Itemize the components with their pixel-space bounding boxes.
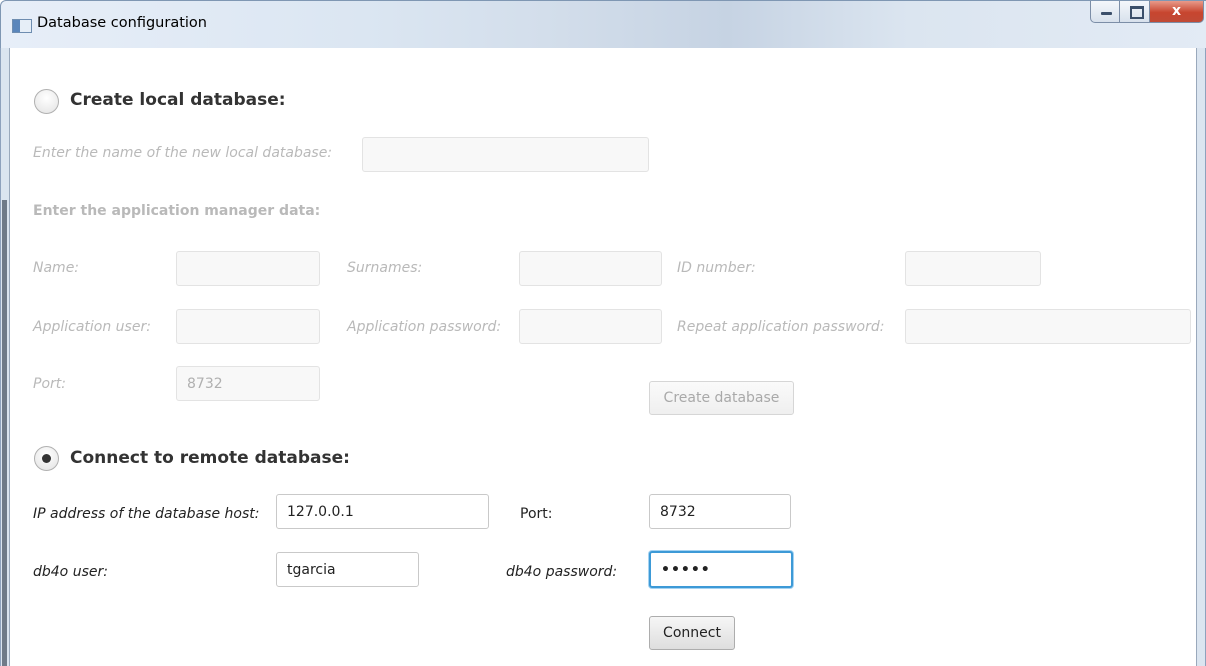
window-titlebar: Database configuration x — [0, 0, 1206, 49]
surnames-input[interactable] — [519, 251, 662, 286]
close-icon: x — [1171, 3, 1182, 19]
minimize-button[interactable] — [1090, 1, 1120, 23]
local-port-label: Port: — [33, 376, 66, 392]
app-password-label: Application password: — [347, 319, 502, 335]
window-frame-right — [1196, 48, 1206, 666]
caption-buttons: x — [1090, 1, 1204, 24]
maximize-button[interactable] — [1120, 1, 1150, 23]
minimize-icon — [1101, 12, 1112, 15]
app-window-icon — [12, 19, 32, 33]
window-frame-right-inner — [1196, 48, 1197, 666]
repeat-password-label: Repeat application password: — [677, 319, 885, 335]
frame-shadow-edge — [2, 200, 7, 666]
db4o-user-input[interactable]: tgarcia — [276, 552, 419, 587]
name-input[interactable] — [176, 251, 320, 286]
create-local-header: Create local database: — [70, 90, 286, 110]
app-password-input[interactable] — [519, 309, 662, 344]
local-db-name-label: Enter the name of the new local database… — [33, 145, 333, 161]
create-local-radio[interactable] — [34, 89, 59, 114]
name-label: Name: — [33, 260, 80, 276]
repeat-password-input[interactable] — [905, 309, 1191, 344]
radio-selected-dot — [42, 454, 51, 463]
local-port-input[interactable]: 8732 — [176, 366, 320, 401]
id-number-label: ID number: — [677, 260, 756, 276]
remote-port-input[interactable]: 8732 — [649, 494, 791, 529]
db4o-password-input[interactable]: ••••• — [649, 551, 793, 588]
app-user-label: Application user: — [33, 319, 151, 335]
manager-data-header: Enter the application manager data: — [33, 203, 321, 219]
id-number-input[interactable] — [905, 251, 1041, 286]
window-title: Database configuration — [37, 15, 207, 31]
local-db-name-input[interactable] — [362, 137, 649, 172]
dialog-content: Create local database: Enter the name of… — [10, 48, 1196, 666]
connect-remote-radio[interactable] — [34, 446, 59, 471]
surnames-label: Surnames: — [347, 260, 423, 276]
maximize-icon — [1130, 6, 1144, 19]
connect-remote-header: Connect to remote database: — [70, 448, 350, 468]
app-user-input[interactable] — [176, 309, 320, 344]
host-ip-label: IP address of the database host: — [33, 506, 260, 522]
close-button[interactable]: x — [1150, 1, 1204, 23]
connect-button[interactable]: Connect — [649, 616, 735, 650]
db4o-password-label: db4o password: — [506, 564, 618, 580]
create-database-button[interactable]: Create database — [649, 381, 794, 415]
db4o-user-label: db4o user: — [33, 564, 108, 580]
remote-port-label: Port: — [520, 506, 553, 522]
host-ip-input[interactable]: 127.0.0.1 — [276, 494, 489, 529]
